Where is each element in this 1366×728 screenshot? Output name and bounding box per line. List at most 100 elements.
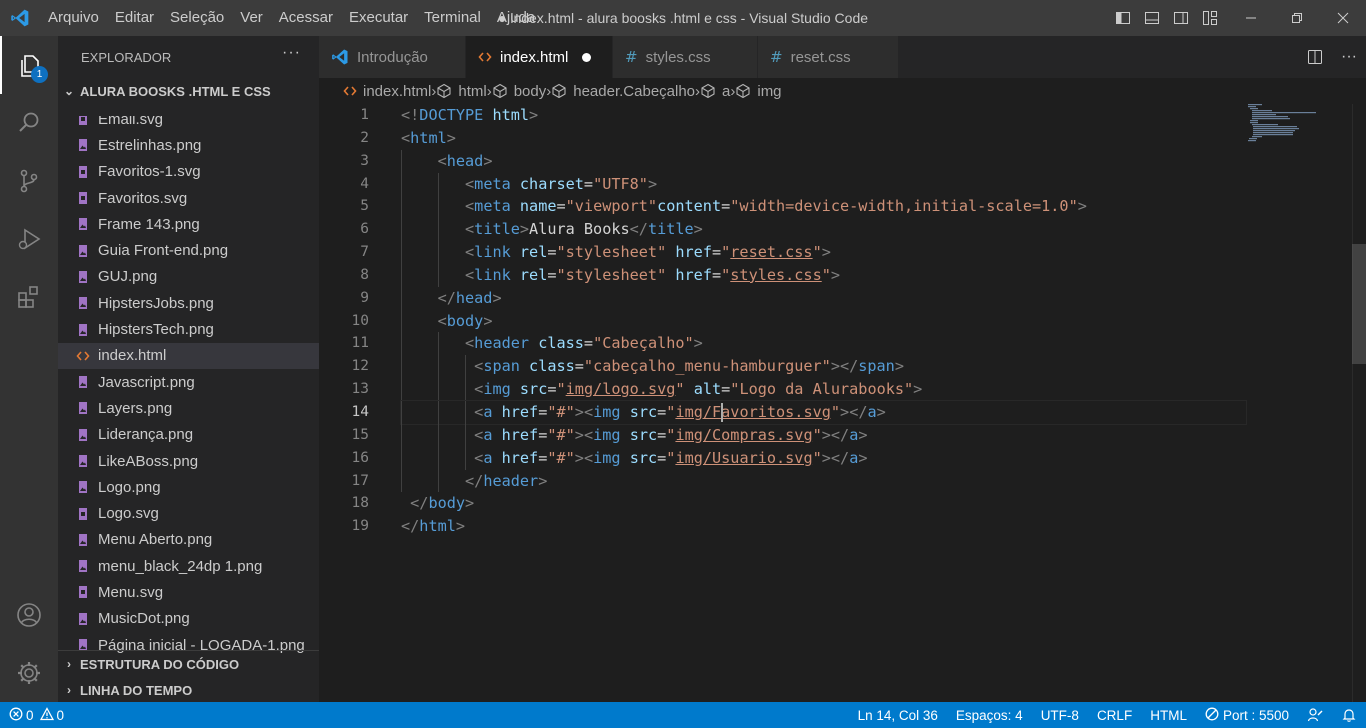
extensions-icon[interactable] bbox=[0, 268, 58, 326]
image-file-icon bbox=[76, 559, 98, 573]
code-line[interactable]: <title>Alura Books</title> bbox=[401, 218, 1246, 242]
code-token: " bbox=[812, 425, 822, 444]
menu-item-4[interactable]: Acessar bbox=[271, 0, 341, 36]
source-control-icon[interactable] bbox=[0, 152, 58, 210]
toggle-primary-sidebar-icon[interactable] bbox=[1108, 0, 1137, 36]
code-line[interactable]: <link rel="stylesheet" href="styles.css"… bbox=[401, 263, 1246, 287]
code-line[interactable]: <html> bbox=[401, 127, 1246, 150]
file-item[interactable]: menu_black_24dp 1.png bbox=[58, 553, 319, 579]
breadcrumb-label: header.Cabeçalho bbox=[573, 82, 696, 100]
live-server-port[interactable]: Port : 5500 bbox=[1196, 702, 1298, 728]
image-file-icon bbox=[76, 296, 98, 310]
breadcrumb-item[interactable]: html bbox=[436, 83, 487, 100]
scrollbar-thumb[interactable] bbox=[1352, 244, 1366, 364]
end-of-line[interactable]: CRLF bbox=[1088, 702, 1141, 728]
breadcrumb-item[interactable]: header.Cabeçalho bbox=[551, 83, 695, 100]
cursor-position[interactable]: Ln 14, Col 36 bbox=[849, 702, 947, 728]
breadcrumb-item[interactable]: img bbox=[735, 83, 782, 100]
code-line[interactable]: <!DOCTYPE html> bbox=[401, 104, 1246, 127]
code-line[interactable]: </header> bbox=[401, 469, 1246, 493]
indentation[interactable]: Espaços: 4 bbox=[947, 702, 1032, 728]
explorer-icon[interactable]: 1 bbox=[0, 36, 58, 94]
encoding[interactable]: UTF-8 bbox=[1032, 702, 1088, 728]
menu-item-3[interactable]: Ver bbox=[232, 0, 271, 36]
feedback-icon[interactable] bbox=[1298, 702, 1332, 728]
menu-item-2[interactable]: Seleção bbox=[162, 0, 232, 36]
toggle-panel-icon[interactable] bbox=[1137, 0, 1166, 36]
file-item[interactable]: Logo.png bbox=[58, 474, 319, 500]
accounts-icon[interactable] bbox=[0, 586, 58, 644]
tab-index-html[interactable]: index.html bbox=[466, 36, 613, 78]
file-item[interactable]: Menu Aberto.png bbox=[58, 527, 319, 553]
code-line[interactable]: <img src="img/logo.svg" alt="Logo da Alu… bbox=[401, 378, 1246, 401]
code-editor[interactable]: 1 2 3 4 5 6 7 8 9 10 11 12 13 14 15 16 17 18 19 <!DOCTYPE … bbox=[319, 104, 1366, 702]
split-editor-icon[interactable] bbox=[1298, 36, 1332, 78]
code-area[interactable]: <!DOCTYPE html> <html> <head> <meta chars… bbox=[400, 104, 1247, 538]
unsaved-dot-icon[interactable] bbox=[582, 52, 592, 62]
file-item[interactable]: index.html bbox=[58, 342, 319, 369]
code-line[interactable]: </html> bbox=[401, 515, 1246, 538]
code-line[interactable]: <body> bbox=[401, 309, 1246, 333]
outline-section-header[interactable]: › ESTRUTURA DO CÓDIGO bbox=[58, 651, 319, 677]
file-item[interactable]: Javascript.png bbox=[58, 369, 319, 395]
code-line[interactable]: <span class="cabeçalho_menu-hamburguer">… bbox=[401, 355, 1246, 379]
file-item[interactable]: Layers.png bbox=[58, 395, 319, 421]
code-line[interactable]: </body> bbox=[401, 492, 1246, 515]
language-mode[interactable]: HTML bbox=[1141, 702, 1196, 728]
file-item[interactable]: Liderança.png bbox=[58, 422, 319, 448]
file-item[interactable]: HipstersTech.png bbox=[58, 316, 319, 342]
search-icon[interactable] bbox=[0, 94, 58, 152]
code-line[interactable]: <meta charset="UTF8"> bbox=[401, 172, 1246, 196]
run-debug-icon[interactable] bbox=[0, 210, 58, 268]
problems-indicator[interactable]: 0 0 bbox=[0, 702, 73, 728]
code-token: </ bbox=[401, 517, 420, 536]
file-item[interactable]: Logo.svg bbox=[58, 500, 319, 526]
menu-item-6[interactable]: Terminal bbox=[416, 0, 489, 36]
file-item[interactable]: Guia Front-end.png bbox=[58, 237, 319, 263]
code-line[interactable]: </head> bbox=[401, 286, 1246, 310]
file-item[interactable]: HipstersJobs.png bbox=[58, 290, 319, 316]
file-item[interactable]: Menu.svg bbox=[58, 579, 319, 605]
file-item[interactable]: Email.svg bbox=[58, 116, 319, 132]
menu-item-5[interactable]: Executar bbox=[341, 0, 416, 36]
restore-icon[interactable] bbox=[1274, 0, 1320, 36]
customize-layout-icon[interactable] bbox=[1195, 0, 1224, 36]
close-icon[interactable] bbox=[1320, 0, 1366, 36]
toggle-secondary-sidebar-icon[interactable] bbox=[1166, 0, 1195, 36]
breadcrumb-item[interactable]: index.html bbox=[343, 83, 431, 100]
tab-introdu-o[interactable]: Introdução bbox=[319, 36, 466, 78]
file-item[interactable]: Favoritos-1.svg bbox=[58, 159, 319, 185]
file-item[interactable]: GUJ.png bbox=[58, 264, 319, 290]
code-line[interactable]: <header class="Cabeçalho"> bbox=[401, 332, 1246, 356]
code-line[interactable]: <meta name="viewport"content="width=devi… bbox=[401, 195, 1246, 219]
file-item[interactable]: LikeABoss.png bbox=[58, 448, 319, 474]
file-item[interactable]: Estrelinhas.png bbox=[58, 132, 319, 158]
menu-item-1[interactable]: Editar bbox=[107, 0, 162, 36]
editor-scrollbar[interactable] bbox=[1352, 104, 1366, 702]
tab-styles-css[interactable]: # styles.css bbox=[613, 36, 758, 78]
code-line[interactable]: <a href="#"><img src="img/Favoritos.svg"… bbox=[400, 399, 1247, 425]
status-bar: 0 0 Ln 14, Col 36 Espaços: 4 UTF-8 CRLF … bbox=[0, 702, 1366, 728]
settings-gear-icon[interactable] bbox=[0, 644, 58, 702]
breadcrumb-item[interactable]: body bbox=[492, 83, 546, 100]
tab-reset-css[interactable]: # reset.css bbox=[758, 36, 899, 78]
file-item[interactable]: MusicDot.png bbox=[58, 606, 319, 632]
code-line[interactable]: <a href="#"><img src="img/Compras.svg"><… bbox=[401, 423, 1246, 447]
more-actions-icon[interactable]: ··· bbox=[1332, 36, 1366, 78]
more-actions-icon[interactable]: ··· bbox=[282, 44, 301, 62]
minimap[interactable] bbox=[1248, 104, 1352, 164]
minimize-icon[interactable] bbox=[1228, 0, 1274, 36]
notifications-bell-icon[interactable] bbox=[1332, 702, 1366, 728]
folder-section-header[interactable]: ⌄ ALURA BOOSKS .HTML E CSS bbox=[58, 78, 319, 104]
file-item[interactable]: Frame 143.png bbox=[58, 211, 319, 237]
menu-item-0[interactable]: Arquivo bbox=[40, 0, 107, 36]
code-line[interactable]: <link rel="stylesheet" href="reset.css"> bbox=[401, 241, 1246, 264]
code-line[interactable]: <head> bbox=[401, 149, 1246, 173]
code-token: </ bbox=[629, 220, 648, 239]
code-line[interactable]: <a href="#"><img src="img/Usuario.svg"><… bbox=[401, 446, 1246, 470]
tab-label: Introdução bbox=[357, 48, 428, 66]
file-item[interactable]: Favoritos.svg bbox=[58, 185, 319, 211]
breadcrumb-item[interactable]: a bbox=[700, 83, 730, 100]
timeline-section-header[interactable]: › LINHA DO TEMPO bbox=[58, 677, 319, 702]
